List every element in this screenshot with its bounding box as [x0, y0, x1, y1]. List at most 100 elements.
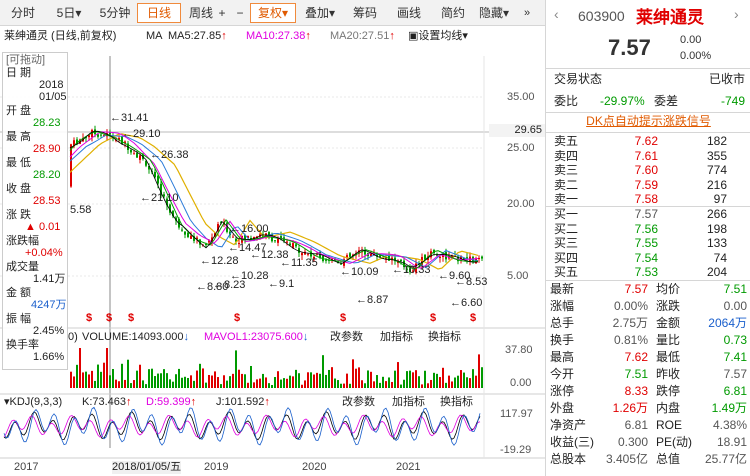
volume-bar: [388, 377, 390, 388]
kdj-param-button[interactable]: 改参数: [342, 396, 375, 409]
volume-param-button[interactable]: 改参数: [330, 331, 363, 344]
chevron-right-icon[interactable]: ›: [734, 7, 739, 21]
ma-settings-button[interactable]: ▣设置均线▾: [408, 30, 468, 43]
kdj-add-indicator-button[interactable]: 加指标: [392, 396, 425, 409]
stat-label: 换手: [550, 333, 575, 347]
volume-bar: [409, 370, 411, 388]
zoom-in-button[interactable]: +: [214, 3, 230, 23]
order-level-label: 卖一: [554, 192, 579, 206]
stat-label: ROE: [656, 418, 683, 432]
order-book-row[interactable]: 买四 7.54 74: [546, 251, 750, 266]
order-book-row[interactable]: 买二 7.56 198: [546, 222, 750, 237]
kdj-switch-indicator-button[interactable]: 换指标: [440, 396, 473, 409]
chevron-left-icon[interactable]: ‹: [554, 7, 559, 21]
kdj-axis-top: 117.97: [500, 408, 533, 420]
candle-body: [295, 244, 297, 247]
order-volume: 216: [706, 177, 727, 192]
volume-bar: [364, 383, 366, 388]
tab-intraday[interactable]: 分时: [4, 3, 42, 23]
volume-bar: [406, 371, 408, 388]
tab-daily[interactable]: 日线: [137, 3, 181, 23]
volume-bar: [187, 377, 189, 388]
order-book-row[interactable]: 卖四 7.61 355: [546, 149, 750, 164]
volume-bar: [130, 383, 132, 388]
volume-bar: [250, 365, 252, 388]
stats-row: 最高 7.62 最低 7.41: [546, 350, 750, 365]
stats-row: 净资产 6.81 ROE 4.38%: [546, 418, 750, 433]
simple-mode-button[interactable]: 简约: [438, 3, 468, 23]
volume-bar: [298, 373, 300, 388]
volume-bar: [94, 380, 96, 388]
volume-bar: [346, 373, 348, 388]
order-volume: 774: [706, 163, 727, 177]
event-marker[interactable]: $: [106, 312, 112, 325]
order-book-row[interactable]: 买一 7.57 266: [546, 207, 750, 222]
price-tick: 35.00: [507, 91, 535, 103]
hide-dropdown[interactable]: 隐藏▾: [476, 3, 512, 23]
volume-switch-indicator-button[interactable]: 换指标: [428, 331, 461, 344]
chevron-down-icon: ▾: [502, 6, 510, 20]
volume-bar: [271, 384, 273, 388]
stat-label: 今开: [550, 367, 575, 381]
order-level-label: 买五: [554, 265, 579, 279]
order-level-label: 卖五: [554, 134, 579, 148]
stat-label: 外盘: [550, 401, 575, 415]
info-high-label: 最 高: [6, 131, 32, 143]
order-level-label: 卖三: [554, 163, 579, 177]
dk-signal-link[interactable]: DK点自动提示涨跌信号: [546, 114, 750, 129]
box-icon: ▣: [408, 30, 419, 42]
current-price: 7.57: [608, 35, 651, 60]
order-book-row[interactable]: 卖三 7.60 774: [546, 163, 750, 178]
candle-body: [301, 253, 303, 256]
event-marker[interactable]: $: [128, 312, 134, 325]
adjust-dropdown[interactable]: 复权▾: [250, 3, 296, 23]
order-book-row[interactable]: 买五 7.53 204: [546, 265, 750, 280]
event-marker[interactable]: $: [470, 312, 476, 325]
cursor-info-box[interactable]: [可拖动] 日 期 2018 01/05 开 盘 28.23 最 高 28.90…: [2, 52, 68, 370]
zoom-out-button[interactable]: −: [232, 3, 248, 23]
stat-value: 7.51: [624, 367, 648, 381]
volume-bar: [127, 359, 129, 388]
volume-bar: [76, 364, 78, 388]
order-book-row[interactable]: 卖五 7.62 182: [546, 134, 750, 149]
volume-value: VOLUME:14093.000↓: [82, 331, 190, 343]
stats-row: 今开 7.51 昨收 7.57: [546, 367, 750, 382]
order-book-row[interactable]: 卖二 7.59 216: [546, 178, 750, 193]
ma20-value: MA20:27.51↑: [330, 30, 395, 42]
xaxis-label: 2020: [302, 461, 327, 473]
event-marker[interactable]: $: [234, 312, 240, 325]
volume-bar: [337, 380, 339, 388]
volume-bar: [181, 377, 183, 388]
price-tick: 20.00: [507, 198, 535, 210]
volume-bar: [229, 376, 231, 388]
order-book-row[interactable]: 卖一 7.58 97: [546, 192, 750, 207]
stat-label: 总值: [656, 452, 681, 466]
draw-line-button[interactable]: 画线: [394, 3, 424, 23]
volume-bar: [421, 384, 423, 388]
kline-chart-area[interactable]: 莱绅通灵 (日线,前复权) MA MA5:27.85↑ MA10:27.38↑ …: [0, 26, 545, 476]
stat-label: 净资产: [550, 418, 587, 432]
tab-weekly[interactable]: 周线: [188, 3, 214, 23]
double-chevron-right-icon[interactable]: »: [516, 3, 538, 23]
volume-bar: [361, 380, 363, 388]
volume-bar: [73, 376, 75, 388]
overlay-dropdown[interactable]: 叠加▾: [302, 3, 338, 23]
tab-5day[interactable]: 5日▾: [54, 3, 84, 23]
order-price: 7.61: [634, 148, 658, 163]
volume-bar: [436, 373, 438, 388]
candle-body: [439, 256, 441, 258]
stats-row: 换手 0.81% 量比 0.73: [546, 333, 750, 348]
tab-5min[interactable]: 5分钟: [94, 3, 136, 23]
order-book-row[interactable]: 买三 7.55 133: [546, 236, 750, 251]
volume-add-indicator-button[interactable]: 加指标: [380, 331, 413, 344]
volume-bar: [391, 381, 393, 388]
chips-button[interactable]: 筹码: [350, 3, 380, 23]
candle-body: [130, 149, 132, 153]
event-marker[interactable]: $: [430, 312, 436, 325]
volume-bar: [136, 370, 138, 388]
event-marker[interactable]: $: [340, 312, 346, 325]
stat-label: 金额: [656, 316, 681, 330]
stat-label: 昨收: [656, 367, 681, 381]
volume-bar: [118, 381, 120, 388]
event-marker[interactable]: $: [86, 312, 92, 325]
